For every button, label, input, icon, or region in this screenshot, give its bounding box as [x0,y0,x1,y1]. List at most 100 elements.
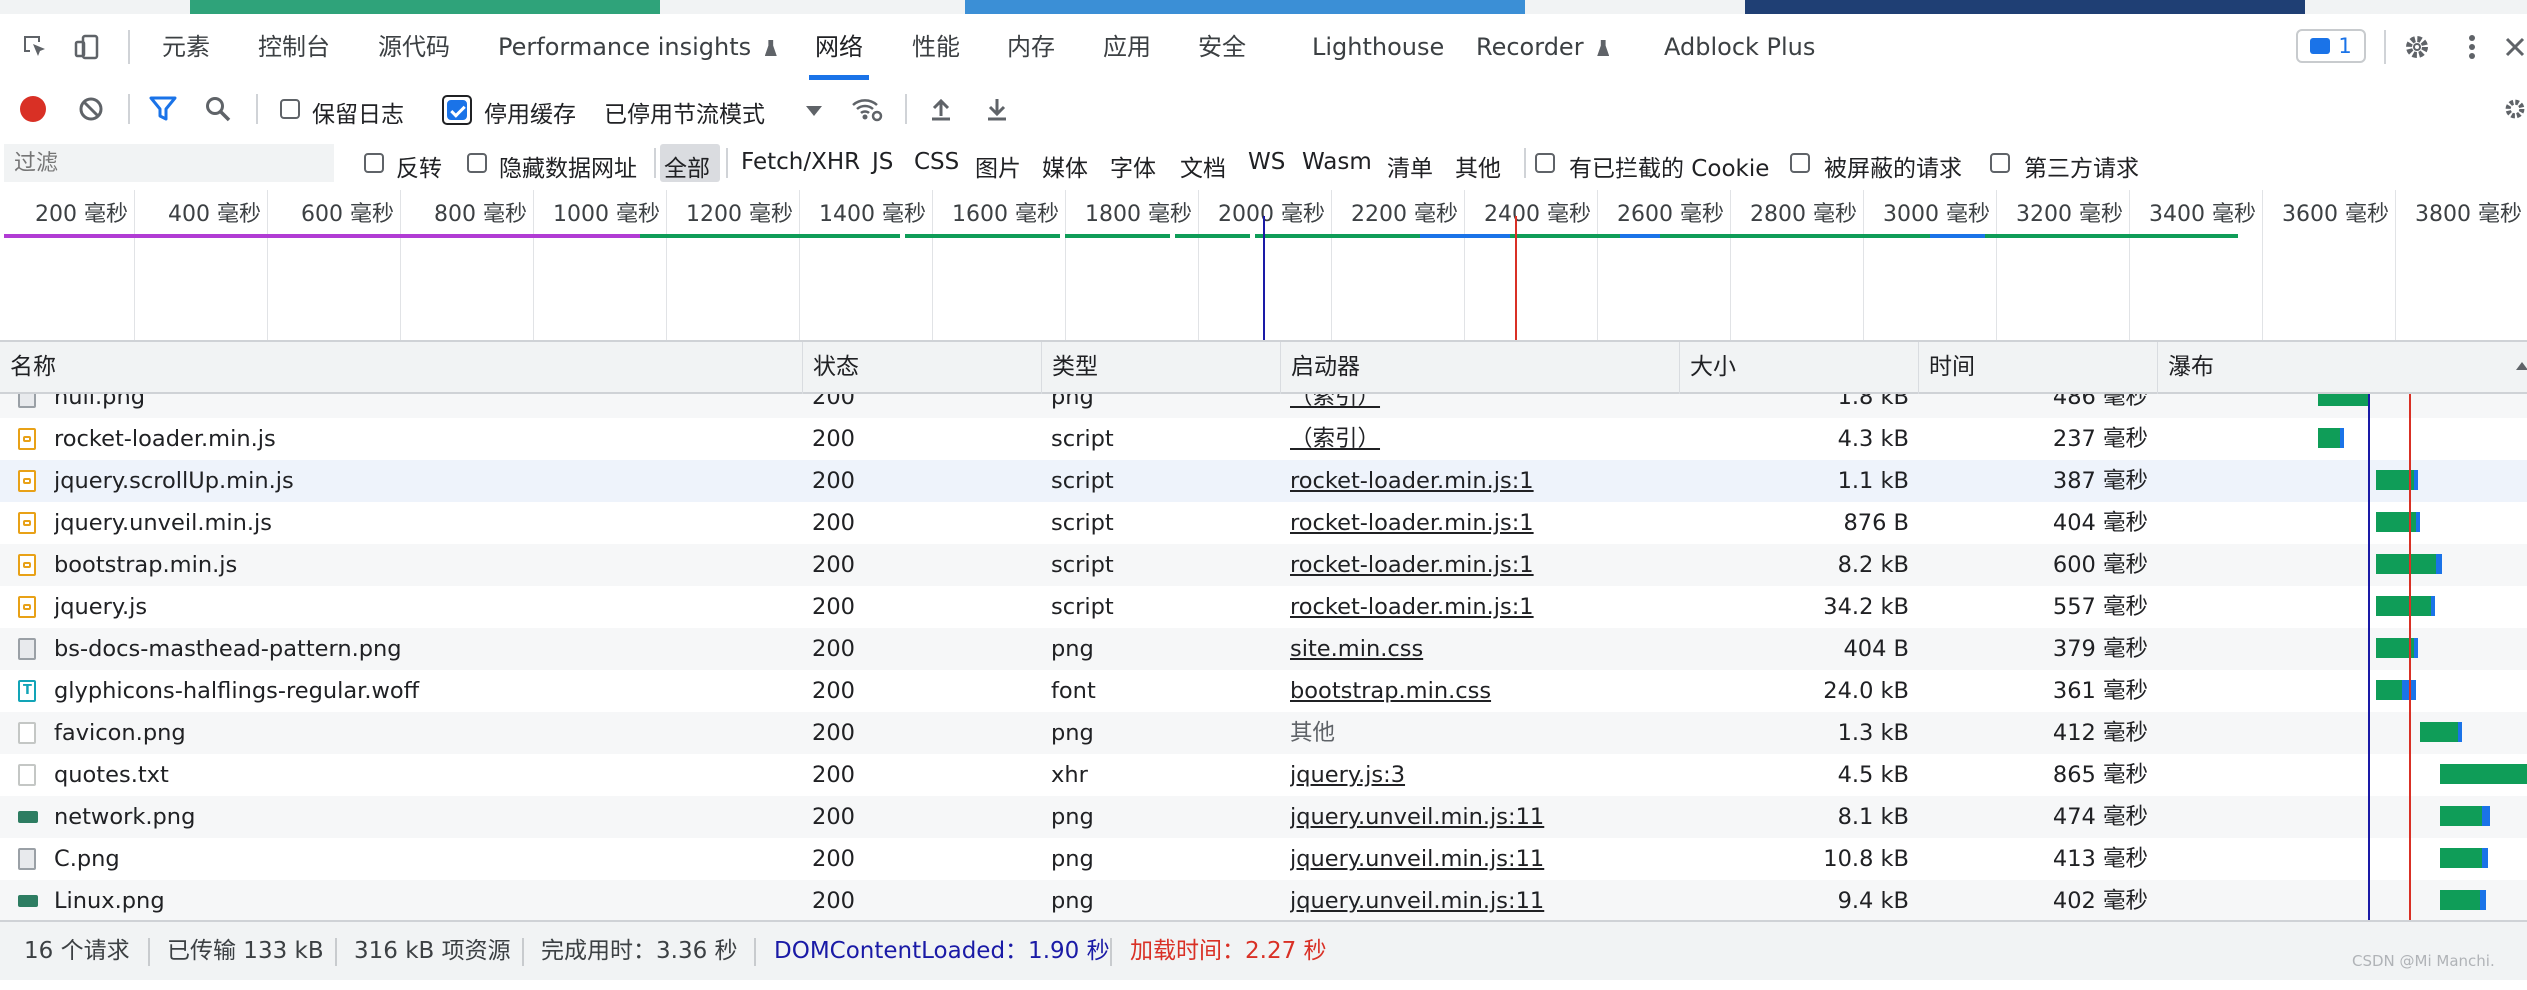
settings-gear-icon[interactable] [2400,30,2434,64]
invert-checkbox[interactable] [364,153,384,173]
tab-memory[interactable]: 内存 [1007,14,1055,80]
page-preview-strip [0,0,2527,14]
table-row[interactable]: null.png 200 png （索引） 1.8 kB 486 毫秒 [0,394,2527,418]
waterfall-download-bar [2414,638,2418,658]
table-cell-initiator[interactable]: jquery.unveil.min.js:11 [1290,796,1670,838]
tab-sources[interactable]: 源代码 [378,14,450,80]
issues-badge[interactable]: 1 [2296,29,2366,63]
hide-data-urls-checkbox[interactable] [467,153,487,173]
clear-icon[interactable] [76,94,106,124]
tab-adblock-plus[interactable]: Adblock Plus [1664,14,1815,80]
filter-icon[interactable] [147,94,179,124]
type-filter-font[interactable]: 字体 [1110,149,1156,183]
disable-cache-checkbox-focus[interactable] [442,95,472,125]
tab-performance-insights[interactable]: Performance insights [498,14,777,80]
table-row[interactable]: bootstrap.min.js 200 script rocket-loader.m… [0,544,2527,586]
table-cell-initiator[interactable]: jquery.unveil.min.js:11 [1290,838,1670,880]
table-row[interactable]: favicon.png 200 png 其他 1.3 kB 412 毫秒 [0,712,2527,754]
export-har-icon[interactable] [981,94,1013,124]
waterfall-download-bar [2480,890,2486,910]
column-header-time[interactable]: 时间 [1919,342,2157,392]
table-row[interactable]: network.png 200 png jquery.unveil.min.js:11… [0,796,2527,838]
table-row[interactable]: Linux.png 200 png jquery.unveil.min.js:11 9.… [0,880,2527,920]
type-filter-img[interactable]: 图片 [975,149,1021,183]
toolbar-divider [128,30,130,64]
load-marker [1515,216,1517,340]
inspect-element-icon[interactable] [18,30,52,64]
type-filter-js[interactable]: JS [872,149,893,175]
blocked-cookies-checkbox[interactable] [1535,153,1555,173]
table-cell-initiator[interactable]: site.min.css [1290,628,1670,670]
tab-lighthouse[interactable]: Lighthouse [1312,14,1444,80]
blocked-requests-checkbox[interactable] [1790,153,1810,173]
timeline-activity-bar [1510,234,1620,238]
network-overview-timeline[interactable]: 200 毫秒 400 毫秒 600 毫秒 800 毫秒 1000 毫秒 1200 毫秒 14… [0,190,2527,342]
table-cell-type: script [1051,468,1114,494]
column-header-status[interactable]: 状态 [803,342,1041,392]
column-header-initiator[interactable]: 启动器 [1281,342,1679,392]
table-cell-initiator[interactable]: jquery.js:3 [1290,754,1670,796]
type-filter-doc[interactable]: 文档 [1180,149,1226,183]
table-row[interactable]: quotes.txt 200 xhr jquery.js:3 4.5 kB 865 毫秒 [0,754,2527,796]
type-filter-wasm[interactable]: Wasm [1302,149,1372,175]
column-header-name[interactable]: 名称 [0,342,802,392]
network-conditions-icon[interactable] [850,94,884,124]
record-icon[interactable] [20,96,46,122]
image-icon [18,638,36,660]
filter-input[interactable] [4,144,334,182]
timeline-tick-label: 3200 毫秒 [2016,202,2123,227]
more-options-icon[interactable] [2460,30,2484,64]
chevron-down-icon[interactable] [806,106,822,116]
type-filter-fetch-xhr[interactable]: Fetch/XHR [741,149,860,175]
table-cell-type: png [1051,636,1094,662]
column-header-waterfall[interactable]: 瀑布 [2158,342,2527,392]
column-header-size[interactable]: 大小 [1680,342,1918,392]
table-cell-type: png [1051,720,1094,746]
table-cell-initiator[interactable]: jquery.unveil.min.js:11 [1290,880,1670,920]
table-row[interactable]: jquery.scrollUp.min.js 200 script rocket-lo… [0,460,2527,502]
table-cell-initiator[interactable]: （索引） [1290,394,1670,418]
table-row[interactable]: jquery.unveil.min.js 200 script rocket-load… [0,502,2527,544]
tab-network[interactable]: 网络 [809,14,869,80]
table-cell-initiator[interactable]: （索引） [1290,418,1670,460]
table-cell-initiator[interactable]: rocket-loader.min.js:1 [1290,586,1670,628]
tab-application[interactable]: 应用 [1103,14,1151,80]
table-cell-initiator[interactable]: rocket-loader.min.js:1 [1290,460,1670,502]
disable-cache-checkbox[interactable] [447,100,467,120]
type-filter-css[interactable]: CSS [914,149,959,175]
table-cell-initiator[interactable]: rocket-loader.min.js:1 [1290,502,1670,544]
throttling-select[interactable]: 已停用节流模式 [604,95,765,129]
type-filter-other[interactable]: 其他 [1455,149,1501,183]
import-har-icon[interactable] [925,94,957,124]
timeline-tick-label: 2400 毫秒 [1484,202,1591,227]
type-filter-all[interactable]: 全部 [664,149,710,183]
tab-elements[interactable]: 元素 [162,14,210,80]
timeline-tick-label: 1800 毫秒 [1085,202,1192,227]
device-toolbar-icon[interactable] [70,30,104,64]
table-row[interactable]: Tglyphicons-halflings-regular.woff 200 fon… [0,670,2527,712]
table-cell-time: 237 毫秒 [2052,426,2148,452]
tab-console[interactable]: 控制台 [258,14,330,80]
table-cell-initiator[interactable]: bootstrap.min.css [1290,670,1670,712]
tab-security[interactable]: 安全 [1198,14,1246,80]
preserve-log-checkbox[interactable] [280,99,300,119]
table-cell-name: glyphicons-halflings-regular.woff [54,678,420,704]
table-row[interactable]: rocket-loader.min.js 200 script （索引） 4.3 kB 2… [0,418,2527,460]
third-party-checkbox[interactable] [1990,153,2010,173]
table-row[interactable]: jquery.js 200 script rocket-loader.min.js:1… [0,586,2527,628]
script-icon [18,512,36,534]
type-filter-manifest[interactable]: 清单 [1387,149,1433,183]
table-cell-name: bs-docs-masthead-pattern.png [54,636,402,662]
table-row[interactable]: C.png 200 png jquery.unveil.min.js:11 10.8 k… [0,838,2527,880]
network-settings-gear-icon[interactable] [2503,94,2527,124]
table-row[interactable]: bs-docs-masthead-pattern.png 200 png site.m… [0,628,2527,670]
search-icon[interactable] [202,94,234,124]
tab-performance[interactable]: 性能 [912,14,960,80]
tab-recorder[interactable]: Recorder [1476,14,1610,80]
type-filter-media[interactable]: 媒体 [1042,149,1088,183]
close-devtools-icon[interactable] [2503,30,2527,64]
table-cell-initiator[interactable]: rocket-loader.min.js:1 [1290,544,1670,586]
column-header-type[interactable]: 类型 [1042,342,1280,392]
devtools-tab-bar: 元素 控制台 源代码 Performance insights 网络 性能 内存… [0,14,2527,82]
type-filter-ws[interactable]: WS [1248,149,1285,175]
